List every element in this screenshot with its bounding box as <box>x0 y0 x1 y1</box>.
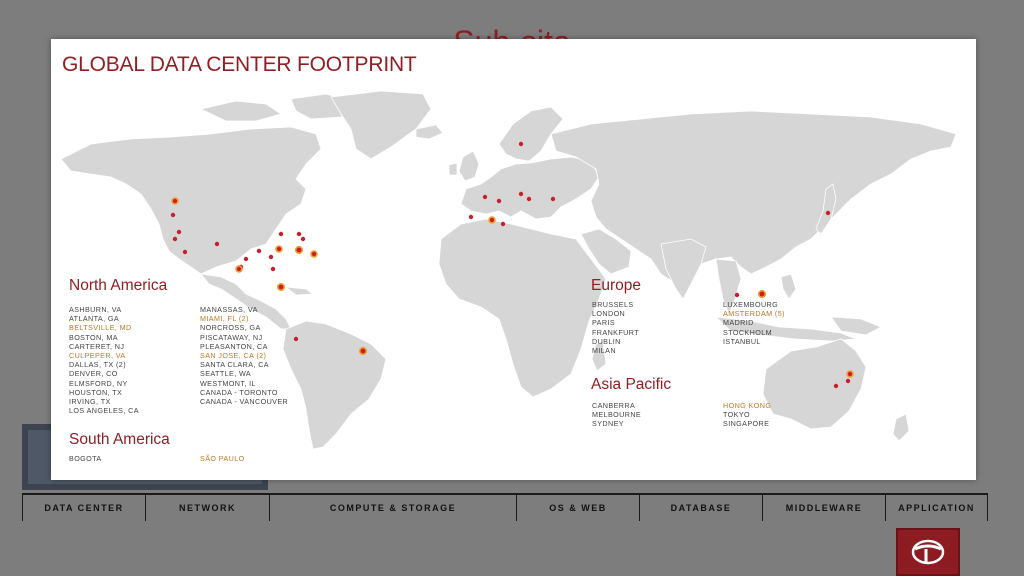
layer-application: APPLICATION <box>885 493 988 521</box>
city-item: ATLANTA, GA <box>69 314 120 324</box>
city-item: LOS ANGELES, CA <box>69 406 139 416</box>
footprint-slide: GLOBAL DATA CENTER FOOTPRINT North Ameri… <box>51 39 976 480</box>
north-america-col2: MANASSAS, VA MIAMI, FL (2) NORCROSS, GA PIS… <box>200 305 288 406</box>
city-item: SINGAPORE <box>723 419 770 429</box>
city-item: SEATTLE, WA <box>200 369 252 379</box>
city-item: ISTANBUL <box>723 336 761 346</box>
city-item: HOUSTON, TX <box>69 387 123 397</box>
city-item: PISCATAWAY, NJ <box>200 332 263 342</box>
city-item: CANBERRA <box>592 401 636 410</box>
layer-os-web: OS & WEB <box>516 493 639 521</box>
city-item: TOKYO <box>723 410 751 420</box>
city-item: PARIS <box>592 318 616 328</box>
europe-col1: BRUSSELS LONDON PARIS FRANKFURT DUBLIN MILAN <box>592 300 639 355</box>
layer-data-center: DATA CENTER <box>22 493 145 521</box>
city-item: DUBLIN <box>592 336 621 346</box>
city-item: CANADA - VANCOUVER <box>200 397 289 407</box>
city-item: MADRID <box>723 318 754 328</box>
layer-network: NETWORK <box>145 493 269 521</box>
region-south-america-heading: South America <box>69 431 170 448</box>
europe-col2: LUXEMBOURG AMSTERDAM (5) MADRID STOCKHOLM IS… <box>723 300 785 346</box>
region-asia-pacific-heading: Asia Pacific <box>591 376 672 393</box>
city-item: BELTSVILLE, MD <box>69 323 132 333</box>
region-europe-heading: Europe <box>591 277 641 294</box>
world-map <box>60 90 957 449</box>
city-item: STOCKHOLM <box>723 327 772 337</box>
city-item: MANASSAS, VA <box>200 305 258 314</box>
south-america-col1: BOGOTA <box>69 454 102 463</box>
stack-layer-bar: DATA CENTER NETWORK COMPUTE & STORAGE OS… <box>22 493 988 521</box>
city-item: CULPEPER, VA <box>69 351 126 361</box>
city-item: BOGOTA <box>69 454 102 463</box>
city-item: BOSTON, MA <box>69 332 118 342</box>
city-item: WESTMONT, IL <box>200 378 256 388</box>
layer-database: DATABASE <box>639 493 762 521</box>
city-item: SÃO PAULO <box>200 454 245 463</box>
slide-title: GLOBAL DATA CENTER FOOTPRINT <box>62 53 417 76</box>
city-item: CANADA - TORONTO <box>200 387 278 397</box>
city-item: MILAN <box>592 346 616 356</box>
city-item: ASHBURN, VA <box>69 305 122 314</box>
region-north-america-heading: North America <box>69 277 168 294</box>
south-america-col2: SÃO PAULO <box>200 454 245 463</box>
city-item: DENVER, CO <box>69 369 118 379</box>
city-item: MIAMI, FL (2) <box>200 314 249 324</box>
company-logo <box>896 528 960 576</box>
city-item: PLEASANTON, CA <box>200 341 268 351</box>
city-item: DALLAS, TX (2) <box>69 360 126 370</box>
city-item: CARTERET, NJ <box>69 341 125 351</box>
city-item: SANTA CLARA, CA <box>200 360 269 370</box>
layer-compute-storage: COMPUTE & STORAGE <box>269 493 516 521</box>
city-item: IRVING, TX <box>69 397 111 407</box>
asia-pacific-col1: CANBERRA MELBOURNE SYDNEY <box>592 401 641 429</box>
layer-middleware: MIDDLEWARE <box>762 493 885 521</box>
city-item: HONG KONG <box>723 401 772 410</box>
asia-pacific-col2: HONG KONG TOKYO SINGAPORE <box>723 401 771 429</box>
city-item: FRANKFURT <box>592 327 639 337</box>
city-item: SAN JOSE, CA (2) <box>200 351 267 361</box>
city-item: AMSTERDAM (5) <box>723 309 785 319</box>
city-item: ELMSFORD, NY <box>69 378 128 388</box>
city-item: LONDON <box>592 309 626 319</box>
city-item: NORCROSS, GA <box>200 323 261 333</box>
city-item: LUXEMBOURG <box>723 300 779 309</box>
north-america-col1: ASHBURN, VA ATLANTA, GA BELTSVILLE, MD BOST… <box>69 305 139 415</box>
city-item: BRUSSELS <box>592 300 634 309</box>
city-item: SYDNEY <box>592 419 624 429</box>
city-item: MELBOURNE <box>592 410 642 420</box>
